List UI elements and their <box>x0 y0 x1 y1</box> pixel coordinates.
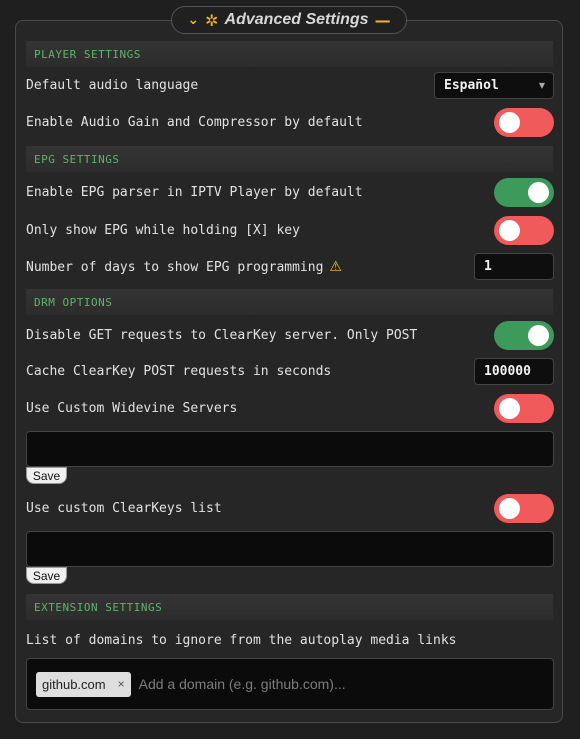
panel-title: Advanced Settings <box>224 11 369 28</box>
section-header-epg: EPG SETTINGS <box>26 146 553 172</box>
toggle-knob <box>499 220 520 241</box>
custom-widevine-textarea[interactable] <box>26 431 554 467</box>
audio-gain-label: Enable Audio Gain and Compressor by defa… <box>26 115 363 130</box>
epg-parser-toggle[interactable] <box>494 178 554 207</box>
save-clearkeys-button[interactable]: Save <box>26 567 67 584</box>
advanced-settings-header[interactable]: ⌄ ✲ Advanced Settings — <box>171 6 407 34</box>
domain-input-placeholder[interactable]: Add a domain (e.g. github.com)... <box>139 676 346 692</box>
cache-clearkey-label: Cache ClearKey POST requests in seconds <box>26 364 332 379</box>
domain-tag: github.com × <box>36 671 131 697</box>
toggle-knob <box>528 182 549 203</box>
section-header-player: PLAYER SETTINGS <box>26 41 553 67</box>
disable-get-toggle[interactable] <box>494 321 554 350</box>
custom-widevine-toggle[interactable] <box>494 394 554 423</box>
save-widevine-button[interactable]: Save <box>26 467 67 484</box>
epg-parser-label: Enable EPG parser in IPTV Player by defa… <box>26 185 363 200</box>
toggle-knob <box>499 398 520 419</box>
audio-gain-toggle[interactable] <box>494 108 554 137</box>
toggle-knob <box>499 112 520 133</box>
audio-language-label: Default audio language <box>26 78 199 93</box>
custom-widevine-label: Use Custom Widevine Servers <box>26 401 238 416</box>
disable-get-label: Disable GET requests to ClearKey server.… <box>26 328 418 343</box>
epg-days-input[interactable]: 1 <box>474 253 554 280</box>
epg-days-label: Number of days to show EPG programming <box>26 260 324 275</box>
remove-tag-icon[interactable]: × <box>118 677 125 691</box>
chevron-down-icon: ⌄ <box>187 12 200 28</box>
collapse-dash-icon: — <box>374 10 391 30</box>
toggle-knob <box>528 325 549 346</box>
epg-hold-x-toggle[interactable] <box>494 216 554 245</box>
custom-clearkeys-toggle[interactable] <box>494 494 554 523</box>
custom-clearkeys-textarea[interactable] <box>26 531 554 567</box>
cache-clearkey-input[interactable]: 100000 <box>474 358 554 385</box>
section-header-extension: EXTENSION SETTINGS <box>26 594 553 620</box>
audio-language-select[interactable]: Español ▼ <box>434 72 554 99</box>
epg-hold-x-label: Only show EPG while holding [X] key <box>26 223 300 238</box>
ignore-domains-label: List of domains to ignore from the autop… <box>26 633 457 648</box>
section-header-drm: DRM OPTIONS <box>26 289 553 315</box>
ignore-domains-input[interactable]: github.com × Add a domain (e.g. github.c… <box>26 658 554 710</box>
epg-days-row: Number of days to show EPG programming ⚠ <box>26 259 342 275</box>
select-caret-icon: ▼ <box>538 81 545 90</box>
gear-icon: ✲ <box>205 10 219 30</box>
audio-language-value: Español <box>444 78 499 93</box>
warning-icon: ⚠ <box>329 259 342 275</box>
domain-tag-label: github.com <box>42 676 106 692</box>
custom-clearkeys-label: Use custom ClearKeys list <box>26 501 222 516</box>
toggle-knob <box>499 498 520 519</box>
